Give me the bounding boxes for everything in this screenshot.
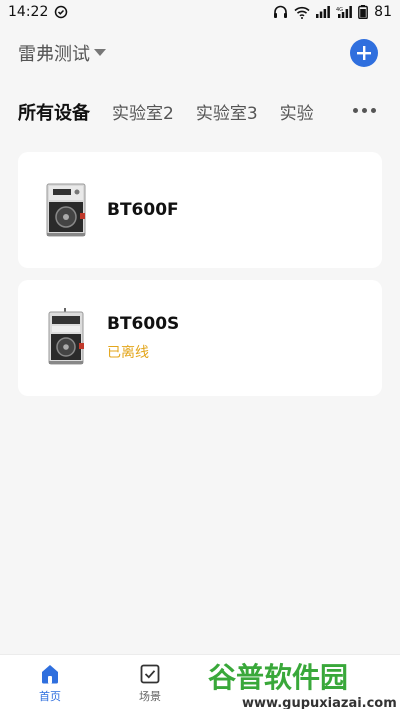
wifi-icon <box>294 6 310 19</box>
site-watermark-logo: 谷普软件园 www.gupuxiazai.com <box>200 657 396 709</box>
watermark-title: 谷普软件园 <box>208 661 348 694</box>
home-icon <box>42 664 58 683</box>
status-right: 4G 81 <box>273 4 392 20</box>
tab-lab-partial[interactable]: 实验 <box>280 99 314 125</box>
pump-device-image <box>48 308 84 365</box>
nav-home-label: 首页 <box>39 689 61 703</box>
device-name: BT600S <box>107 314 180 334</box>
room-tabs: 所有设备 实验室2 实验室3 实验 <box>0 96 400 128</box>
battery-icon <box>358 5 369 19</box>
device-name: BT600F <box>107 200 179 220</box>
battery-level: 81 <box>374 4 392 20</box>
status-left: 14:22 <box>8 4 68 20</box>
more-dot-icon <box>353 107 358 113</box>
home-selector[interactable]: 雷弗测试 <box>18 40 106 66</box>
status-bar: 14:22 4G 81 <box>0 0 400 24</box>
device-card[interactable]: BT600F <box>18 152 382 268</box>
signal-icon <box>316 6 331 18</box>
plus-icon <box>357 46 371 60</box>
device-offline-status: 已离线 <box>107 345 149 361</box>
device-info: BT600F <box>107 200 179 220</box>
more-dot-icon <box>371 107 376 113</box>
alarm-check-icon <box>55 5 68 19</box>
tab-all-devices[interactable]: 所有设备 <box>18 99 90 125</box>
header: 雷弗测试 <box>0 36 400 70</box>
signal-4g-icon: 4G <box>336 6 353 18</box>
home-name: 雷弗测试 <box>18 44 90 65</box>
pump-device-image <box>46 183 86 237</box>
nav-home[interactable]: 首页 <box>10 663 90 704</box>
status-time: 14:22 <box>8 4 49 20</box>
watermark-url: www.gupuxiazai.com <box>242 696 396 709</box>
add-device-button[interactable] <box>350 39 378 67</box>
tab-lab-3[interactable]: 实验室3 <box>196 99 258 125</box>
nav-scene-label: 场景 <box>139 689 161 703</box>
tabs-scroll[interactable]: 所有设备 实验室2 实验室3 实验 <box>18 99 348 125</box>
device-info: BT600S 已离线 <box>107 314 179 362</box>
more-tabs-button[interactable] <box>353 100 376 120</box>
checkbox-icon <box>140 664 160 683</box>
device-card[interactable]: BT600S 已离线 <box>18 280 382 396</box>
nav-scene[interactable]: 场景 <box>110 663 190 704</box>
more-dot-icon <box>362 107 367 113</box>
tab-lab-2[interactable]: 实验室2 <box>112 99 174 125</box>
headset-icon <box>274 5 288 18</box>
caret-down-icon <box>94 49 106 56</box>
